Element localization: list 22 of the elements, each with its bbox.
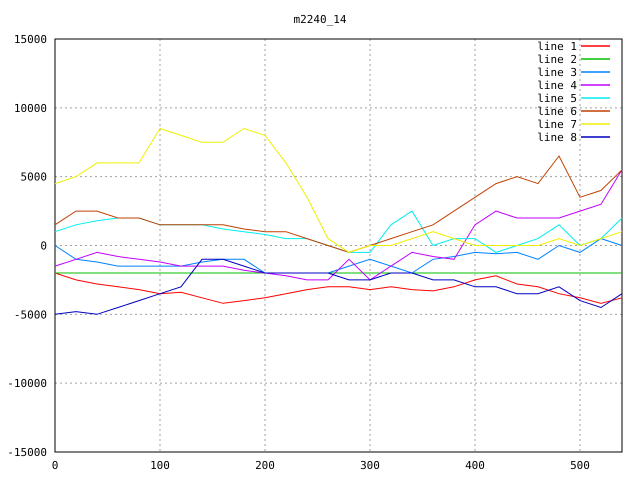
y-tick-label: -5000 [14,308,47,322]
legend-label: line 1 [537,40,577,53]
x-tick-label: 0 [52,459,58,472]
legend-label: line 7 [537,118,577,131]
legend-label: line 4 [537,79,577,92]
x-tick-label: 400 [465,459,485,472]
y-tick-label: 0 [40,240,47,252]
x-tick-label: 500 [570,459,590,472]
legend-label: line 8 [537,131,577,144]
y-tick-label: 5000 [20,170,47,184]
legend-label: line 2 [537,53,577,66]
x-tick-label: 100 [150,459,170,472]
y-tick-label: 10000 [14,102,47,115]
legend-label: line 3 [537,66,577,79]
y-tick-label: -15000 [7,446,47,459]
chart-title: m2240_14 [294,13,346,26]
legend-label: line 5 [537,92,577,105]
y-tick-label: 15000 [14,33,47,46]
x-tick-label: 300 [360,459,380,472]
x-tick-label: 200 [255,459,275,472]
y-tick-label: -10000 [7,377,47,390]
legend-label: line 6 [537,105,577,118]
